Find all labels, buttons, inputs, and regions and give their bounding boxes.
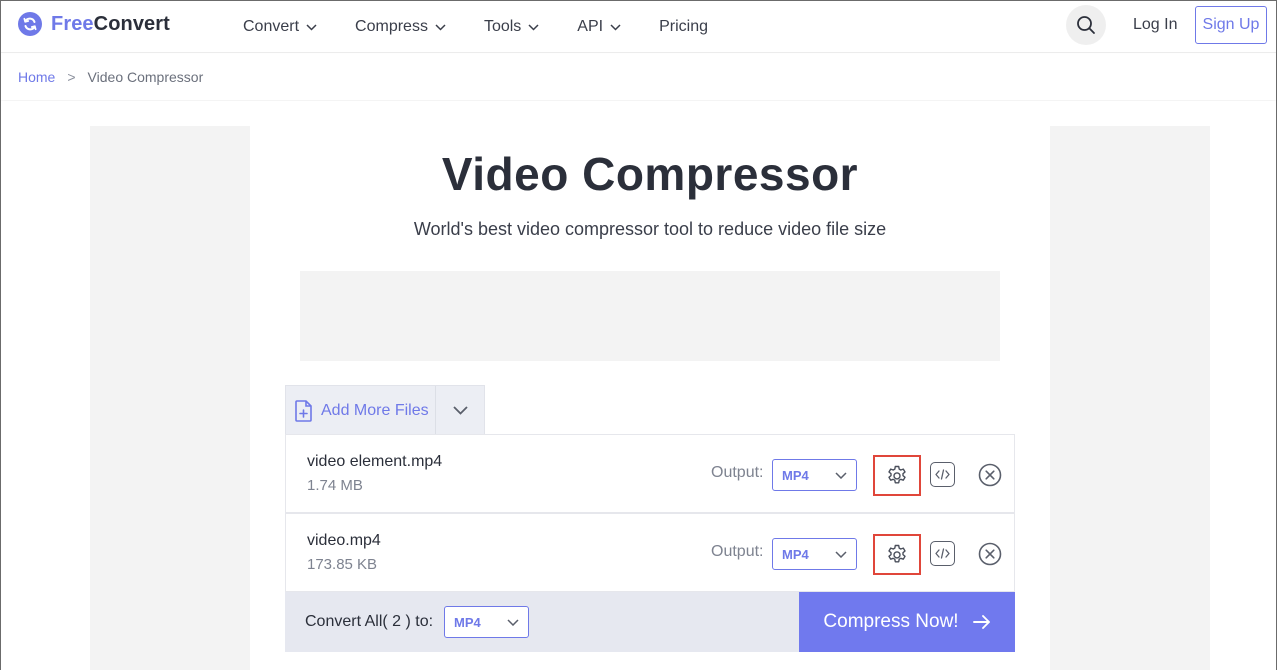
add-more-files-group: Add More Files (285, 385, 485, 435)
top-header: FreeConvert Convert Compress Tools API P… (1, 1, 1276, 53)
output-label: Output: (711, 543, 764, 560)
chevron-down-icon (528, 23, 539, 31)
convert-all-format-value: MP4 (454, 614, 481, 630)
breadcrumb-current: Video Compressor (87, 69, 204, 85)
login-link[interactable]: Log In (1133, 16, 1177, 34)
nav-api-label: API (577, 18, 604, 35)
output-format-value: MP4 (782, 467, 809, 483)
output-format-select[interactable]: MP4 (772, 459, 857, 491)
output-label: Output: (711, 464, 764, 481)
brand-convert: Convert (93, 12, 170, 35)
code-icon (935, 548, 950, 559)
code-icon (935, 469, 950, 480)
settings-button[interactable] (873, 455, 921, 496)
search-icon (1077, 16, 1095, 34)
file-size: 173.85 KB (307, 556, 378, 573)
chevron-down-icon (306, 23, 317, 31)
right-ad-column (1050, 126, 1210, 670)
refresh-icon (18, 12, 42, 36)
add-more-files-label: Add More Files (321, 401, 429, 419)
file-name: video.mp4 (307, 532, 381, 549)
chevron-down-icon (507, 618, 519, 626)
nav-convert-label: Convert (243, 18, 300, 35)
left-ad-column (90, 126, 250, 670)
file-row: video element.mp4 1.74 MB Output: MP4 (285, 434, 1015, 513)
chevron-down-icon (835, 471, 847, 479)
logo[interactable]: FreeConvert (18, 12, 170, 36)
convert-all-label: Convert All( 2 ) to: (305, 613, 434, 630)
nav-api[interactable]: API (577, 18, 621, 36)
breadcrumb-home[interactable]: Home (18, 69, 55, 85)
embed-code-button[interactable] (930, 541, 955, 566)
close-circle-icon (978, 542, 1002, 566)
gear-icon (888, 465, 906, 483)
gear-icon (888, 544, 906, 562)
file-plus-icon (295, 399, 312, 422)
brand-free: Free (51, 12, 94, 35)
nav-tools-label: Tools (483, 18, 522, 35)
remove-file-button[interactable] (978, 463, 1002, 487)
nav-pricing-label: Pricing (659, 18, 708, 35)
nav-compress-label: Compress (355, 18, 428, 35)
settings-button[interactable] (873, 534, 921, 575)
convert-all-format-select[interactable]: MP4 (444, 606, 529, 638)
breadcrumb-separator: > (67, 69, 76, 85)
file-size: 1.74 MB (307, 477, 363, 494)
ad-banner (300, 271, 1000, 361)
nav-pricing[interactable]: Pricing (659, 18, 708, 36)
page-subtitle: World's best video compressor tool to re… (413, 219, 887, 239)
chevron-down-icon (435, 23, 446, 31)
compress-now-label: Compress Now! (823, 611, 959, 632)
compress-now-button[interactable]: Compress Now! (799, 592, 1015, 652)
convert-all-bar: Convert All( 2 ) to: MP4 Compress Now! (285, 592, 1015, 652)
file-name: video element.mp4 (307, 453, 443, 470)
brand-name: FreeConvert (51, 13, 170, 36)
add-files-dropdown-toggle[interactable] (436, 386, 484, 435)
file-row: video.mp4 173.85 KB Output: MP4 (285, 513, 1015, 592)
add-more-files-button[interactable]: Add More Files (286, 386, 437, 435)
nav-compress[interactable]: Compress (355, 18, 446, 36)
chevron-down-icon (452, 406, 468, 415)
arrow-right-icon (972, 614, 991, 630)
page-title: Video Compressor (441, 148, 859, 200)
breadcrumb: Home > Video Compressor (1, 54, 1276, 100)
output-format-value: MP4 (782, 546, 809, 562)
remove-file-button[interactable] (978, 542, 1002, 566)
close-circle-icon (978, 463, 1002, 487)
chevron-down-icon (835, 550, 847, 558)
main-nav: Convert Compress Tools API Pricing (243, 1, 746, 53)
search-button[interactable] (1066, 5, 1106, 45)
embed-code-button[interactable] (930, 462, 955, 487)
nav-convert[interactable]: Convert (243, 18, 317, 36)
nav-tools[interactable]: Tools (484, 18, 539, 36)
output-format-select[interactable]: MP4 (772, 538, 857, 570)
signup-button[interactable]: Sign Up (1195, 6, 1267, 44)
chevron-down-icon (610, 23, 621, 31)
